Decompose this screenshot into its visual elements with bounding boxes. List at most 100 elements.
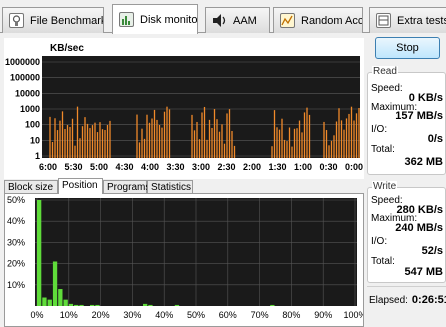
graph-x-tick: 0:30 xyxy=(319,162,337,172)
subtab-label: Programs xyxy=(107,182,151,193)
tab-extra-tests[interactable]: Extra tests xyxy=(369,7,446,33)
histogram-y-tick: 30% xyxy=(7,237,25,247)
histogram-bar xyxy=(74,304,79,306)
graph-y-tick: 100000 xyxy=(10,73,40,83)
stop-button[interactable]: Stop xyxy=(375,37,440,59)
graph-x-tick: 1:30 xyxy=(268,162,286,172)
histogram-x-tick: 20% xyxy=(92,310,110,320)
chart-icon xyxy=(119,12,134,27)
histogram-bar xyxy=(63,299,68,306)
graph-x-tick: 5:00 xyxy=(90,162,108,172)
position-histogram: 50% 40% 30% 20% 10% 0% 10% 20% 30% 40% 50% 60% 70% 80… xyxy=(7,195,367,320)
graph-y-tick: 10000 xyxy=(15,88,40,98)
histogram-y-tick: 20% xyxy=(7,259,25,269)
graph-y-tick: 100 xyxy=(25,120,40,130)
graph-x-tick: 4:00 xyxy=(141,162,159,172)
tab-label: AAM xyxy=(233,14,257,27)
write-total-value: 547 MB xyxy=(404,266,443,278)
histogram-x-tick: 100% xyxy=(343,310,363,320)
histogram-x-tick: 80% xyxy=(282,310,300,320)
histogram-bar xyxy=(42,297,47,306)
tab-label: Random Access xyxy=(301,14,363,27)
tab-programs[interactable]: Programs xyxy=(103,180,151,194)
graph-y-tick: 10 xyxy=(30,135,40,145)
graph-x-tick: 5:30 xyxy=(64,162,82,172)
read-total-label: Total: xyxy=(371,144,395,155)
write-stats-group: Write Speed: 280 KB/s Maximum: 240 MB/s … xyxy=(367,181,446,283)
histogram-y-tick: 50% xyxy=(7,195,25,205)
read-io-value: 0/s xyxy=(427,133,443,145)
tab-position[interactable]: Position xyxy=(58,178,103,194)
histogram-x-tick: 40% xyxy=(155,310,173,320)
histogram-bar xyxy=(58,289,63,306)
separator xyxy=(367,286,446,287)
benchmark-icon xyxy=(9,13,24,28)
write-max-value: 240 MB/s xyxy=(395,222,443,234)
subtab-label: Statistics xyxy=(151,182,192,193)
read-speed-label: Speed: xyxy=(371,83,403,94)
histogram-bar xyxy=(143,303,148,306)
subtab-label: Block size xyxy=(8,182,54,193)
read-total-value: 362 MB xyxy=(404,156,443,168)
histogram-x-tick: 0% xyxy=(30,310,43,320)
histogram-bar xyxy=(148,304,153,306)
histogram-x-tick: 90% xyxy=(314,310,332,320)
histogram-x-tick: 10% xyxy=(60,310,78,320)
read-max-value: 157 MB/s xyxy=(395,110,443,122)
histogram-x-tick: 30% xyxy=(123,310,141,320)
histogram-x-tick: 50% xyxy=(187,310,205,320)
histogram-y-tick: 40% xyxy=(7,216,25,226)
histogram-bar xyxy=(52,261,58,306)
histogram-x-tick: 70% xyxy=(251,310,269,320)
tab-statistics[interactable]: Statistics xyxy=(147,180,193,194)
graph-y-tick: 1 xyxy=(35,151,40,161)
elapsed-label: Elapsed: xyxy=(369,295,408,306)
histogram-bar xyxy=(68,303,74,306)
graph-x-tick: 2:00 xyxy=(243,162,261,172)
histogram-bar xyxy=(37,200,42,306)
elapsed-value: 0:26:51 xyxy=(411,294,446,306)
tab-label: Disk monitor xyxy=(140,13,198,26)
write-io-label: I/O: xyxy=(371,236,388,247)
graph-y-tick: 1000 xyxy=(20,104,40,114)
write-io-value: 52/s xyxy=(421,245,443,257)
speaker-icon xyxy=(212,13,227,28)
tab-file-benchmark[interactable]: File Benchmark xyxy=(2,7,104,33)
graph-x-tick: 1:00 xyxy=(294,162,312,172)
speed-graph: 1000000 100000 10000 1000 100 10 16:00 5:30 5:00… xyxy=(5,56,363,172)
write-total-label: Total: xyxy=(371,256,395,267)
graph-x-tick: 3:00 xyxy=(192,162,210,172)
histogram-y-tick: 10% xyxy=(7,280,25,290)
tab-label: File Benchmark xyxy=(30,14,104,27)
histogram-bar xyxy=(174,304,180,306)
tab-random-access[interactable]: Random Access xyxy=(273,7,363,33)
histogram-x-tick: 60% xyxy=(219,310,237,320)
read-title: Read xyxy=(372,66,398,77)
graph-y-tick: 1000000 xyxy=(5,57,40,67)
disk-monitor-graph: KB/sec 1000000 100000 10000 1000 100 10 1 6:00 5… xyxy=(4,38,364,179)
extra-tests-icon xyxy=(376,13,391,28)
graph-x-tick: 0:00 xyxy=(345,162,363,172)
detail-tab-strip: Block size Position Programs Statistics xyxy=(4,178,364,194)
tab-disk-monitor[interactable]: Disk monitor xyxy=(112,4,198,34)
graph-x-tick: 4:30 xyxy=(115,162,133,172)
tab-block-size[interactable]: Block size xyxy=(4,180,58,194)
graph-x-tick: 2:30 xyxy=(217,162,235,172)
read-io-label: I/O: xyxy=(371,124,388,135)
histogram-bar xyxy=(47,299,52,306)
position-histogram-panel: 50% 40% 30% 20% 10% 0% 10% 20% 30% 40% 50% 60% 70% 80… xyxy=(4,193,367,327)
histogram-bar xyxy=(270,304,275,306)
write-title: Write xyxy=(372,181,398,192)
subtab-label: Position xyxy=(62,180,98,191)
graph-x-tick: 3:30 xyxy=(166,162,184,172)
tab-aam[interactable]: AAM xyxy=(205,7,270,33)
histogram-bar xyxy=(90,304,95,306)
random-access-icon xyxy=(280,13,295,28)
graph-x-tick: 6:00 xyxy=(39,162,57,172)
main-tab-strip: File Benchmark Disk monitor AAM Random A… xyxy=(0,0,446,34)
elapsed-time: Elapsed:0:26:51 xyxy=(369,294,446,306)
histogram-bar xyxy=(95,304,100,306)
read-stats-group: Read Speed: 0 KB/s Maximum: 157 MB/s I/O… xyxy=(367,66,446,175)
tab-label: Extra tests xyxy=(397,14,446,27)
histogram-bar xyxy=(79,304,84,306)
